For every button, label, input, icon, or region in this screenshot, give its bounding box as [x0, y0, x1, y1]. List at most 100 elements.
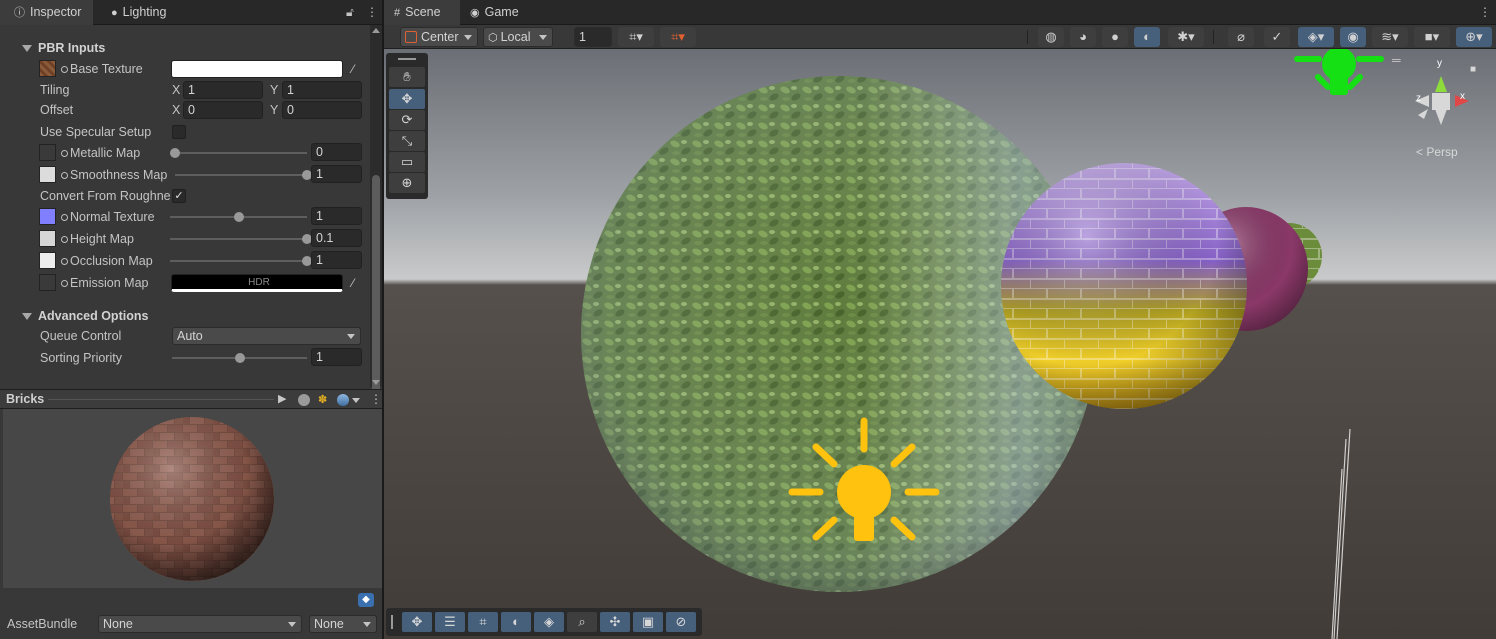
normal-slider-knob[interactable] — [233, 212, 244, 222]
shaded-mode-icon[interactable]: ● — [1102, 27, 1128, 47]
inspector-scrollbar[interactable] — [370, 25, 382, 397]
tab-game[interactable]: ◉ Game — [460, 0, 531, 25]
metallic-slider-knob[interactable] — [170, 148, 180, 158]
audio-toggle-icon[interactable]: ✓ — [1264, 27, 1290, 47]
chevron-down-icon[interactable] — [352, 398, 360, 403]
effects-toggle-icon[interactable]: ◈▾ — [1298, 27, 1334, 47]
pbr-inputs-header[interactable]: PBR Inputs — [0, 39, 105, 57]
eyedropper-icon[interactable]: ⁄ — [344, 60, 362, 78]
pivot-space-dropdown[interactable]: ⬡ Local — [483, 27, 553, 47]
tab-lighting[interactable]: ● Lighting — [97, 0, 178, 25]
scene-panel: # Scene ◉ Game ⋮ Center ⬡ Local 1 ⌗▾ ⌗▾ ◍ ◕… — [384, 0, 1496, 639]
smoothness-map-thumbnail[interactable] — [39, 166, 56, 183]
height-map-thumbnail[interactable] — [39, 230, 56, 247]
scene-visibility-icon[interactable]: ◉ — [1340, 27, 1366, 47]
more-menu-icon[interactable]: ⋮ — [1479, 5, 1491, 19]
drag-handle-icon[interactable] — [398, 58, 416, 60]
lock-icon[interactable]: 🔓︎ — [346, 5, 354, 20]
scene-viewport[interactable]: y z x ■ ═ < Persp ✋︎ ✥ ⟳ ⤡ ▭ ⊕ ✥ ☰ ⌗ ◐ ◈… — [384, 49, 1496, 639]
tab-inspector[interactable]: ⓘ Inspector — [0, 0, 94, 25]
pivot-mode-dropdown[interactable]: Center — [400, 27, 478, 47]
hand-tool-icon[interactable]: ✋︎ — [389, 67, 425, 87]
pivot-overlay-icon[interactable]: ✣ — [600, 612, 630, 632]
rect-tool-icon[interactable]: ▭ — [389, 152, 425, 172]
inspector-scrollbar-thumb[interactable] — [372, 175, 380, 397]
queue-control-label: Queue Control — [40, 329, 122, 343]
transform-tool-icon[interactable]: ⊕ — [389, 173, 425, 193]
offset-x-label: X — [172, 103, 181, 117]
more-menu-icon[interactable]: ⋮ — [366, 5, 378, 19]
play-icon[interactable]: ▶ — [278, 392, 286, 405]
debug-draw-mode-icon[interactable]: ✱▾ — [1168, 27, 1204, 47]
sorting-priority-value-field[interactable]: 1 — [311, 348, 362, 366]
height-slider[interactable] — [170, 238, 307, 240]
metallic-slider[interactable] — [175, 152, 307, 154]
smoothness-slider[interactable] — [175, 174, 307, 176]
metallic-map-thumbnail[interactable] — [39, 144, 56, 161]
rotate-tool-icon[interactable]: ⟳ — [389, 110, 425, 130]
lock-icon[interactable]: ■ — [1470, 64, 1476, 75]
camera-overlay-icon[interactable]: ▣ — [633, 612, 663, 632]
search-icon[interactable]: ⌕ — [567, 612, 597, 632]
scene-toolbar: Center ⬡ Local 1 ⌗▾ ⌗▾ ◍ ◕ ● ◐ ✱▾ ⌀ ✓ ◈▾ … — [384, 25, 1496, 49]
emission-hdr-color-field[interactable]: HDR — [171, 274, 343, 292]
assetbundle-bar: AssetBundle None None — [0, 612, 382, 639]
sorting-priority-slider-knob[interactable] — [234, 353, 245, 363]
offset-x-field[interactable]: 0 — [183, 101, 263, 119]
compass-overlay-icon[interactable]: ⊘ — [666, 612, 696, 632]
occlusion-slider[interactable] — [170, 260, 307, 262]
eyedropper-icon[interactable]: ⁄ — [344, 274, 362, 292]
tab-scene[interactable]: # Scene — [384, 0, 460, 25]
convert-roughness-checkbox[interactable]: ✓ — [172, 189, 186, 203]
smoothness-value-field[interactable]: 1 — [311, 165, 362, 183]
preview-lights-icon[interactable]: ✽ — [318, 393, 327, 406]
use-specular-checkbox[interactable] — [172, 125, 186, 139]
increment-snap-icon[interactable]: ⌗▾ — [660, 27, 696, 47]
unlit-mode-icon[interactable]: ◐ — [1134, 27, 1160, 47]
align-overlay-icon[interactable]: ☰ — [435, 612, 465, 632]
scroll-up-arrow-icon[interactable] — [372, 28, 380, 33]
scroll-down-arrow-icon[interactable] — [372, 380, 380, 385]
drag-handle-icon[interactable]: ═ — [1392, 53, 1401, 67]
gizmo-y-label: y — [1437, 58, 1442, 69]
perspective-toggle[interactable]: < Persp — [1416, 145, 1458, 159]
normal-texture-thumbnail[interactable] — [39, 208, 56, 225]
asset-label-icon[interactable]: ◆ — [358, 593, 374, 607]
material-preview-area[interactable] — [3, 409, 382, 588]
tiling-x-field[interactable]: 1 — [183, 81, 263, 99]
preview-skybox-icon[interactable] — [337, 394, 349, 406]
gizmos-toggle-icon[interactable]: ⊕▾ — [1456, 27, 1492, 47]
base-texture-thumbnail[interactable] — [39, 60, 56, 77]
wireframe-shading-icon[interactable]: ◍ — [1038, 27, 1064, 47]
shading-overlay-icon[interactable]: ◐ — [501, 612, 531, 632]
texture-slot-icon — [61, 258, 68, 265]
texture-slot-icon — [61, 172, 68, 179]
grid-overlay-icon[interactable]: ⌗ — [468, 612, 498, 632]
emission-map-thumbnail[interactable] — [39, 274, 56, 291]
move-overlay-icon[interactable]: ✥ — [402, 612, 432, 632]
drag-handle-icon[interactable] — [391, 615, 393, 629]
camera-settings-icon[interactable]: ■▾ — [1414, 27, 1450, 47]
assetbundle-name-dropdown[interactable]: None — [98, 615, 302, 633]
height-value-field[interactable]: 0.1 — [311, 229, 362, 247]
tiling-y-field[interactable]: 1 — [282, 81, 362, 99]
layers-dropdown-icon[interactable]: ≋▾ — [1372, 27, 1408, 47]
scale-tool-icon[interactable]: ⤡ — [389, 131, 425, 151]
preview-sphere-icon[interactable] — [298, 394, 310, 406]
offset-y-field[interactable]: 0 — [282, 101, 362, 119]
lighting-toggle-icon[interactable]: ⌀ — [1228, 27, 1254, 47]
base-texture-color-field[interactable] — [171, 60, 343, 78]
layers-overlay-icon[interactable]: ◈ — [534, 612, 564, 632]
occlusion-value-field[interactable]: 1 — [311, 251, 362, 269]
snap-increment-field[interactable]: 1 — [574, 27, 612, 47]
shaded-wireframe-icon[interactable]: ◕ — [1070, 27, 1096, 47]
metallic-value-field[interactable]: 0 — [311, 143, 362, 161]
advanced-options-header[interactable]: Advanced Options — [0, 307, 148, 325]
more-menu-icon[interactable]: ⋮ — [370, 392, 382, 406]
occlusion-map-thumbnail[interactable] — [39, 252, 56, 269]
move-tool-icon[interactable]: ✥ — [389, 89, 425, 109]
normal-value-field[interactable]: 1 — [311, 207, 362, 225]
assetbundle-variant-dropdown[interactable]: None — [309, 615, 377, 633]
grid-snap-toggle-icon[interactable]: ⌗▾ — [618, 27, 654, 47]
queue-control-dropdown[interactable]: Auto — [172, 327, 361, 345]
